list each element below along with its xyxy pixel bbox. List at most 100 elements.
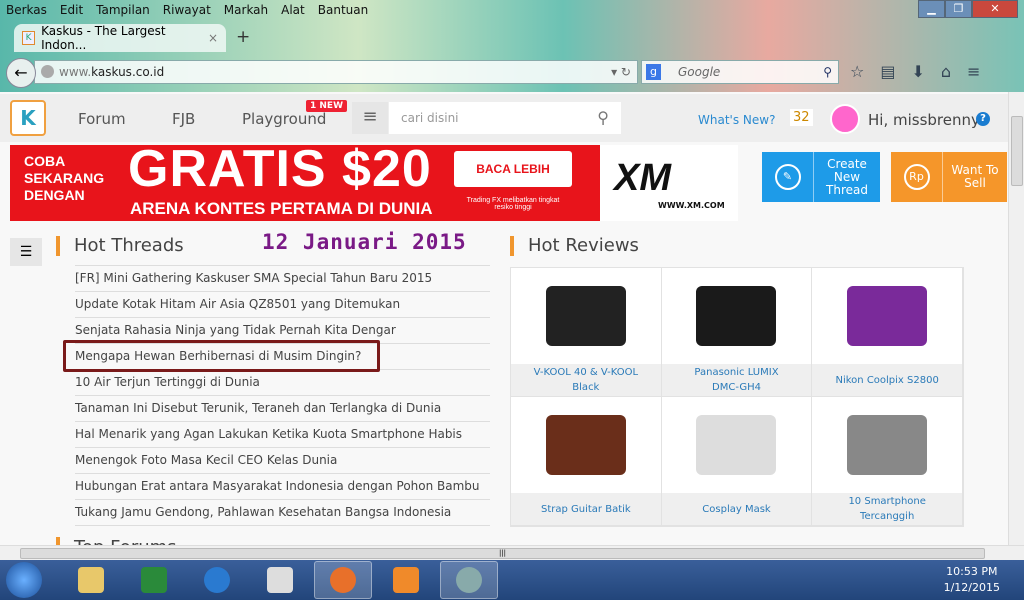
pencil-icon: ✎ (774, 164, 801, 190)
vertical-scrollbar[interactable] (1008, 92, 1024, 545)
menu-tampilan[interactable]: Tampilan (96, 0, 150, 20)
review-label[interactable]: Panasonic LUMIX DMC-GH4 (661, 364, 812, 396)
taskbar-app[interactable] (440, 561, 498, 599)
review-image[interactable] (662, 268, 812, 364)
scroll-thumb[interactable] (1011, 116, 1023, 186)
nav-fjb[interactable]: FJB (172, 110, 195, 128)
date-annotation: 12 Januari 2015 (262, 230, 467, 254)
thread-item[interactable]: Menengok Foto Masa Kecil CEO Kelas Dunia (75, 448, 490, 474)
taskbar-excel[interactable] (125, 561, 183, 599)
thread-item[interactable]: Update Kotak Hitam Air Asia QZ8501 yang … (75, 292, 490, 318)
review-item[interactable]: Strap Guitar Batik (511, 397, 662, 526)
review-image[interactable] (511, 397, 661, 493)
review-label[interactable]: Strap Guitar Batik (511, 493, 661, 525)
restore-button[interactable]: ❐ (945, 0, 972, 18)
kaskus-logo[interactable]: K (10, 100, 46, 136)
review-label[interactable]: V-KOOL 40 & V-KOOL Black (511, 364, 661, 396)
taskbar-explorer[interactable] (62, 561, 120, 599)
review-image[interactable] (812, 397, 962, 493)
site-search-input[interactable]: cari disini ⚲ (389, 102, 621, 134)
review-image[interactable] (662, 397, 812, 493)
thread-item[interactable]: 10 Air Terjun Tertinggi di Dunia (75, 370, 490, 396)
taskbar-ie[interactable] (188, 561, 246, 599)
thread-item[interactable]: Tanaman Ini Disebut Terunik, Teraneh dan… (75, 396, 490, 422)
banner-cta-button[interactable]: BACA LEBIH LANJUT (454, 151, 572, 212)
hot-threads-list: [FR] Mini Gathering Kaskuser SMA Special… (75, 265, 490, 526)
top-forums-heading: Top Forums (56, 537, 177, 545)
address-bar[interactable]: www.kaskus.co.id ▾ ↻ (34, 60, 638, 84)
minimize-button[interactable]: ▁ (918, 0, 945, 18)
tab-kaskus[interactable]: K Kaskus - The Largest Indon... × (14, 24, 226, 52)
review-item[interactable]: Panasonic LUMIX DMC-GH4 (661, 268, 813, 397)
search-icon[interactable]: ⚲ (823, 61, 832, 83)
tab-close-icon[interactable]: × (208, 31, 218, 45)
highlight-box (63, 340, 380, 372)
hamburger-menu-icon[interactable]: ≡ (352, 102, 388, 134)
menubar: Berkas Edit Tampilan Riwayat Markah Alat… (0, 0, 368, 20)
menu-alat[interactable]: Alat (281, 0, 305, 20)
review-image[interactable] (511, 268, 661, 364)
menu-icon[interactable]: ≡ (967, 62, 980, 81)
thread-item[interactable]: Hubungan Erat antara Masyarakat Indonesi… (75, 474, 490, 500)
taskbar-media[interactable] (377, 561, 435, 599)
hot-reviews-grid: V-KOOL 40 & V-KOOL Black Panasonic LUMIX … (510, 267, 964, 527)
home-icon[interactable]: ⌂ (941, 62, 951, 81)
camera-icon (267, 567, 293, 593)
review-item[interactable]: 10 Smartphone Tercanggih (812, 397, 963, 526)
app-icon (456, 567, 482, 593)
nav-forum[interactable]: Forum (78, 110, 126, 128)
search-icon[interactable]: ⚲ (597, 102, 609, 134)
notification-count[interactable]: 32 (790, 109, 813, 126)
taskbar-camera[interactable] (251, 561, 309, 599)
menu-riwayat[interactable]: Riwayat (163, 0, 211, 20)
sidebar-toggle-icon[interactable]: ☰ (10, 238, 42, 266)
taskbar-firefox[interactable] (314, 561, 372, 599)
create-thread-label: Create New Thread (826, 156, 868, 197)
browser-chrome: Berkas Edit Tampilan Riwayat Markah Alat… (0, 0, 1024, 92)
ie-icon (204, 567, 230, 593)
reload-icon[interactable]: ▾ ↻ (611, 61, 631, 83)
back-button[interactable]: ← (6, 58, 36, 88)
search-bar[interactable]: g Google ⚲ (641, 60, 839, 84)
review-item[interactable]: Cosplay Mask (661, 397, 813, 526)
ad-banner[interactable]: COBA SEKARANG DENGAN GRATIS $20 ARENA KO… (10, 140, 738, 221)
banner-left-text: COBA SEKARANG DENGAN (24, 153, 105, 203)
menu-markah[interactable]: Markah (224, 0, 268, 20)
product-image (696, 415, 777, 475)
want-to-sell-label: Want To Sell (951, 163, 999, 190)
start-button[interactable] (6, 562, 42, 598)
review-label[interactable]: Cosplay Mask (661, 493, 812, 525)
whats-new-link[interactable]: What's New? (698, 113, 775, 127)
help-icon[interactable]: ? (976, 112, 990, 126)
product-image (696, 286, 777, 346)
want-to-sell-button[interactable]: Rp Want To Sell (891, 152, 1007, 202)
review-image[interactable] (812, 268, 962, 364)
close-window-button[interactable]: ✕ (972, 0, 1018, 18)
bookmark-star-icon[interactable]: ☆ (850, 62, 864, 81)
avatar[interactable] (830, 104, 860, 134)
nav-playground[interactable]: Playground (242, 110, 326, 128)
review-label[interactable]: 10 Smartphone Tercanggih (812, 493, 962, 525)
menu-berkas[interactable]: Berkas (6, 0, 47, 20)
review-item[interactable]: Nikon Coolpix S2800 (812, 268, 963, 397)
scroll-thumb[interactable]: ||| (20, 548, 985, 559)
product-image (847, 415, 928, 475)
menu-bantuan[interactable]: Bantuan (318, 0, 368, 20)
menu-edit[interactable]: Edit (60, 0, 83, 20)
system-clock[interactable]: 10:53 PM 1/12/2015 (944, 564, 1000, 596)
thread-item[interactable]: Tukang Jamu Gendong, Pahlawan Kesehatan … (75, 500, 490, 526)
banner-headline: GRATIS $20 (128, 140, 432, 198)
create-thread-button[interactable]: ✎ Create New Thread (762, 152, 880, 202)
user-greeting[interactable]: Hi, missbrenny (868, 111, 980, 129)
review-item[interactable]: V-KOOL 40 & V-KOOL Black (511, 268, 662, 397)
url-domain: kaskus.co.id (91, 65, 165, 79)
horizontal-scrollbar[interactable]: ||| (0, 545, 1024, 560)
google-icon[interactable]: g (646, 64, 661, 80)
thread-item[interactable]: [FR] Mini Gathering Kaskuser SMA Special… (75, 266, 490, 292)
folder-icon (78, 567, 104, 593)
bookmarks-menu-icon[interactable]: ▤ (880, 62, 895, 81)
download-icon[interactable]: ⬇ (911, 62, 924, 81)
new-tab-button[interactable]: + (236, 27, 250, 47)
thread-item[interactable]: Hal Menarik yang Agan Lakukan Ketika Kuo… (75, 422, 490, 448)
review-label[interactable]: Nikon Coolpix S2800 (812, 364, 962, 396)
